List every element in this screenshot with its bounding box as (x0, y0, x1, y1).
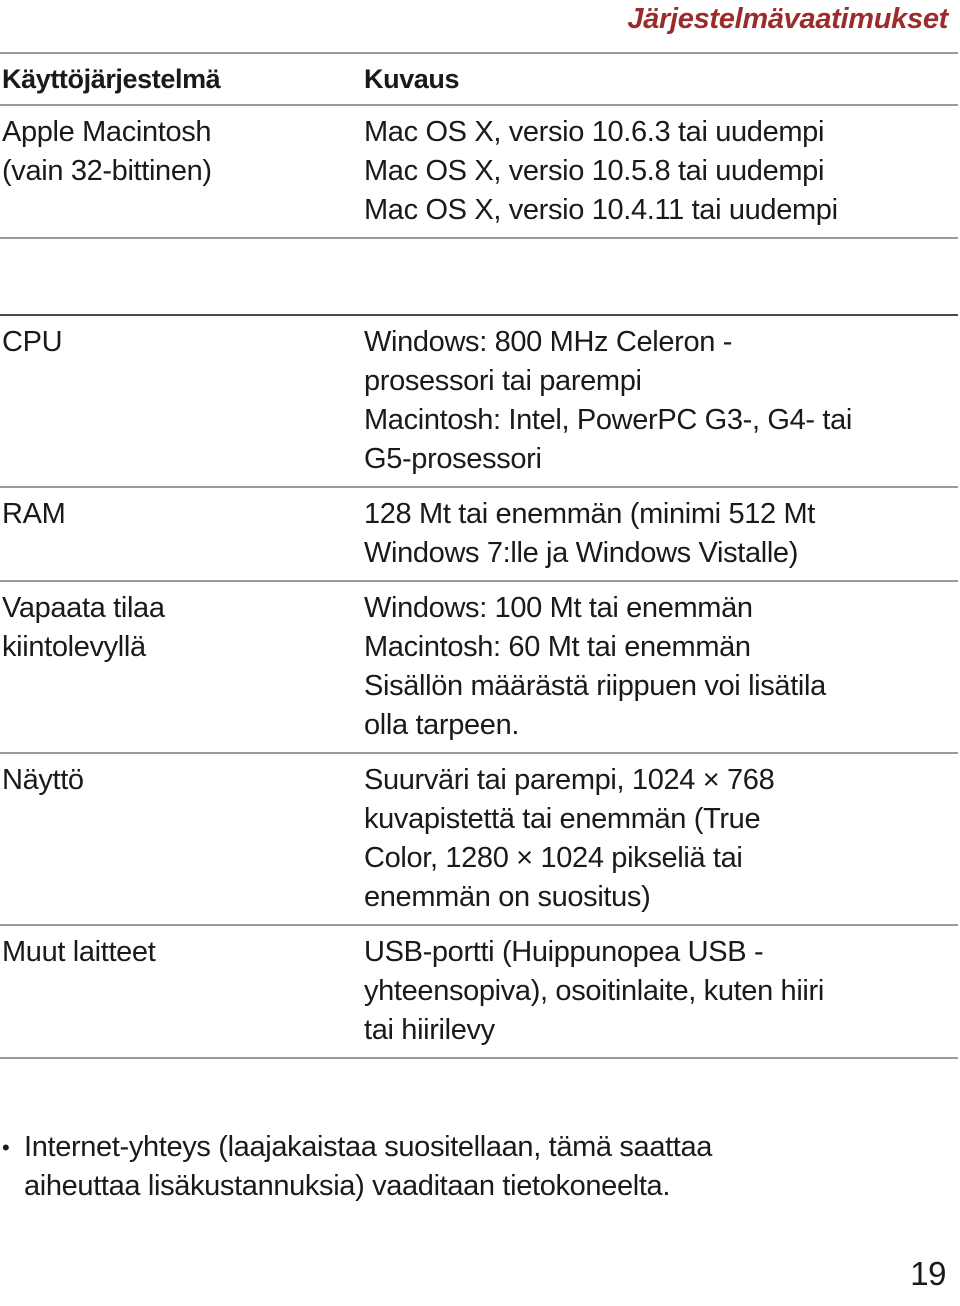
horizontal-rule (0, 314, 958, 316)
row-description-line: Windows: 100 Mt tai enemmän (364, 592, 753, 624)
row-label-line: Apple Macintosh (2, 116, 212, 148)
row-description-line: Macintosh: Intel, PowerPC G3-, G4- tai (364, 404, 852, 436)
row-label-line: kiintolevyllä (2, 631, 146, 663)
row-label-apple-macintosh: Apple Macintosh (vain 32-bittinen) (0, 107, 358, 237)
table-row: Apple Macintosh (vain 32-bittinen) Mac O… (0, 107, 958, 237)
row-description-line: Sisällön määrästä riippuen voi lisätila (364, 670, 826, 702)
row-description-line: 128 Mt tai enemmän (minimi 512 Mt (364, 498, 816, 530)
row-description-other-devices: USB-portti (Huippunopea USB - yhteensopi… (358, 927, 958, 1057)
row-description-line: prosessori tai parempi (364, 365, 642, 397)
row-description-line: yhteensopiva), osoitinlaite, kuten hiiri (364, 975, 824, 1007)
row-description-line: Windows 7:lle ja Windows Vistalle) (364, 537, 799, 569)
row-label-line: Vapaata tilaa (2, 592, 165, 624)
row-description-line: Color, 1280 × 1024 pikseliä tai (364, 842, 743, 874)
row-label-cpu: CPU (0, 317, 358, 486)
running-header-title: Järjestelmävaatimukset (627, 3, 948, 35)
system-requirements-table: Käyttöjärjestelmä Kuvaus Apple Macintosh… (0, 52, 958, 1060)
row-description-line: kuvapistettä tai enemmän (True (364, 803, 761, 835)
horizontal-rule (0, 104, 958, 106)
bullet-icon: • (2, 1135, 10, 1160)
table-rule-bottom (0, 1057, 958, 1060)
row-label-ram: RAM (0, 489, 358, 580)
column-header-description: Kuvaus (364, 64, 460, 94)
row-description-line: Windows: 800 MHz Celeron - (364, 326, 733, 358)
horizontal-rule (0, 486, 958, 488)
row-description-line: Mac OS X, versio 10.5.8 tai uudempi (364, 155, 825, 187)
row-description-line: olla tarpeen. (364, 709, 520, 741)
row-description-cpu: Windows: 800 MHz Celeron - prosessori ta… (358, 317, 958, 486)
page-number: 19 (910, 1255, 946, 1292)
row-description-display: Suurväri tai parempi, 1024 × 768 kuvapis… (358, 755, 958, 924)
row-description-apple-macintosh: Mac OS X, versio 10.6.3 tai uudempi Mac … (358, 107, 958, 237)
row-description-line: enemmän on suositus) (364, 881, 651, 913)
horizontal-rule (0, 580, 958, 582)
row-label-line: (vain 32-bittinen) (2, 155, 212, 187)
gap-cell (0, 240, 958, 314)
row-label-line: Muut laitteet (2, 936, 156, 968)
horizontal-rule (0, 924, 958, 926)
row-label-display: Näyttö (0, 755, 358, 924)
horizontal-rule (0, 752, 958, 754)
row-label-line: CPU (2, 326, 63, 358)
table-row: Vapaata tilaa kiintolevyllä Windows: 100… (0, 583, 958, 752)
horizontal-rule (0, 1057, 958, 1059)
row-description-line: USB-portti (Huippunopea USB - (364, 936, 764, 968)
row-description-line: G5-prosessori (364, 443, 542, 475)
horizontal-rule (0, 237, 958, 239)
row-description-line: Macintosh: 60 Mt tai enemmän (364, 631, 751, 663)
table-row: CPU Windows: 800 MHz Celeron - prosessor… (0, 317, 958, 486)
footnote-line: Internet-yhteys (laajakaistaa suositella… (24, 1131, 713, 1163)
column-header-os: Käyttöjärjestelmä (2, 64, 221, 94)
footnote-line: aiheuttaa lisäkustannuksia) vaaditaan ti… (24, 1170, 671, 1202)
row-description-line: tai hiirilevy (364, 1014, 495, 1046)
row-description-line: Mac OS X, versio 10.4.11 tai uudempi (364, 194, 838, 226)
row-description-line: Suurväri tai parempi, 1024 × 768 (364, 764, 775, 796)
row-description-ram: 128 Mt tai enemmän (minimi 512 Mt Window… (358, 489, 958, 580)
row-description-free-disk-space: Windows: 100 Mt tai enemmän Macintosh: 6… (358, 583, 958, 752)
table-section-gap (0, 240, 958, 314)
table-row: Näyttö Suurväri tai parempi, 1024 × 768 … (0, 755, 958, 924)
row-label-other-devices: Muut laitteet (0, 927, 358, 1057)
row-description-line: Mac OS X, versio 10.6.3 tai uudempi (364, 116, 825, 148)
horizontal-rule (0, 52, 958, 54)
table-row: RAM 128 Mt tai enemmän (minimi 512 Mt Wi… (0, 489, 958, 580)
row-label-line: RAM (2, 498, 66, 530)
row-label-free-disk-space: Vapaata tilaa kiintolevyllä (0, 583, 358, 752)
table-row: Muut laitteet USB-portti (Huippunopea US… (0, 927, 958, 1057)
document-page: Järjestelmävaatimukset Käyttöjärjestelmä… (0, 0, 960, 1306)
table-header-row: Käyttöjärjestelmä Kuvaus (0, 55, 958, 104)
footnote-internet-connection: • Internet-yhteys (laajakaistaa suositel… (2, 1128, 932, 1206)
rule-cell (0, 1057, 958, 1060)
footnote-text: Internet-yhteys (laajakaistaa suositella… (24, 1128, 932, 1206)
row-label-line: Näyttö (2, 764, 84, 796)
